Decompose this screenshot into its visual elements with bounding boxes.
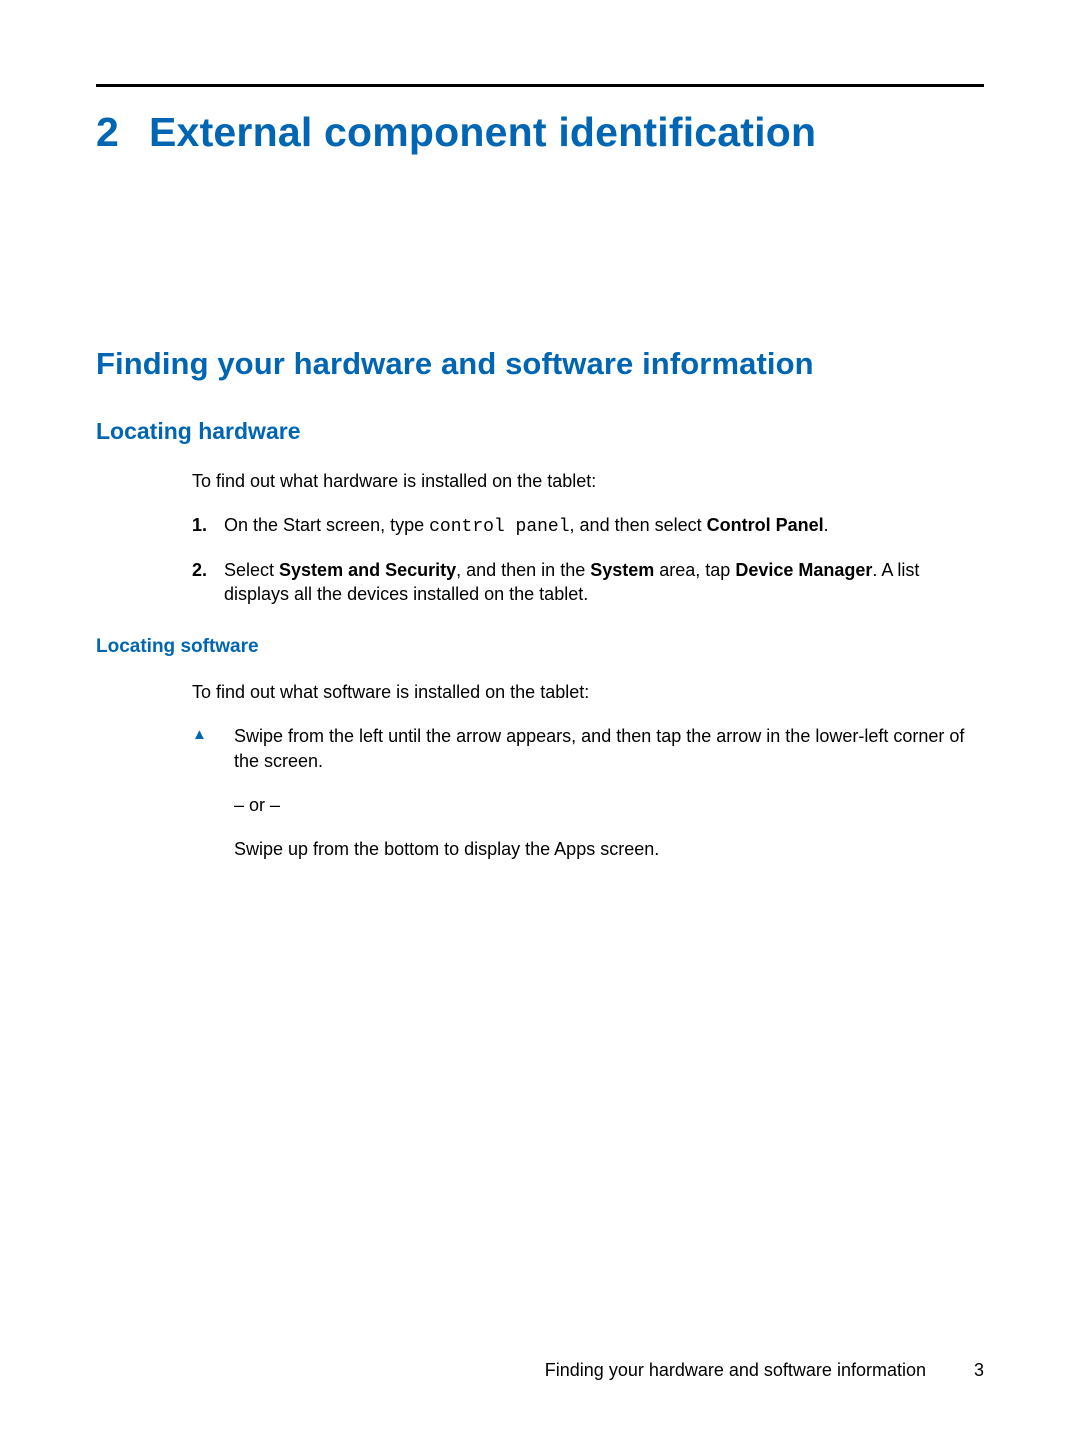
bold-text: Device Manager (735, 560, 872, 580)
text: . (824, 515, 829, 535)
step-number: 1. (192, 513, 224, 539)
hw-intro: To find out what hardware is installed o… (192, 469, 984, 493)
text: Select (224, 560, 279, 580)
hw-step-2: 2. Select System and Security, and then … (192, 558, 984, 607)
sw-step: ▲ Swipe from the left until the arrow ap… (192, 724, 984, 881)
text: On the Start screen, type (224, 515, 429, 535)
triangle-icon: ▲ (192, 724, 234, 881)
step-content: On the Start screen, type control panel,… (224, 513, 984, 539)
footer-label: Finding your hardware and software infor… (545, 1360, 926, 1381)
page-footer: Finding your hardware and software infor… (545, 1360, 984, 1381)
hw-step-1: 1. On the Start screen, type control pan… (192, 513, 984, 539)
step-number: 2. (192, 558, 224, 607)
bold-text: System and Security (279, 560, 456, 580)
code-text: control panel (429, 517, 569, 537)
sw-line-2: Swipe up from the bottom to display the … (234, 837, 984, 861)
sw-heading: Locating software (96, 636, 984, 658)
hw-heading: Locating hardware (96, 418, 984, 445)
section-heading: Finding your hardware and software infor… (96, 346, 984, 382)
hw-steps: 1. On the Start screen, type control pan… (192, 513, 984, 606)
text: area, tap (654, 560, 735, 580)
sw-bullets: ▲ Swipe from the left until the arrow ap… (192, 724, 984, 881)
bold-text: System (590, 560, 654, 580)
sw-or: – or – (234, 793, 984, 817)
chapter-number: 2 (96, 109, 119, 156)
text: , and then in the (456, 560, 590, 580)
document-page: 2 External component identification Findi… (0, 0, 1080, 1437)
chapter-title: 2 External component identification (96, 109, 984, 156)
sw-line-1: Swipe from the left until the arrow appe… (234, 724, 984, 773)
bold-text: Control Panel (707, 515, 824, 535)
sw-intro: To find out what software is installed o… (192, 680, 984, 704)
step-content: Select System and Security, and then in … (224, 558, 984, 607)
bullet-content: Swipe from the left until the arrow appe… (234, 724, 984, 881)
text: , and then select (570, 515, 707, 535)
page-number: 3 (974, 1360, 984, 1381)
top-rule (96, 84, 984, 87)
chapter-title-text: External component identification (149, 109, 816, 155)
